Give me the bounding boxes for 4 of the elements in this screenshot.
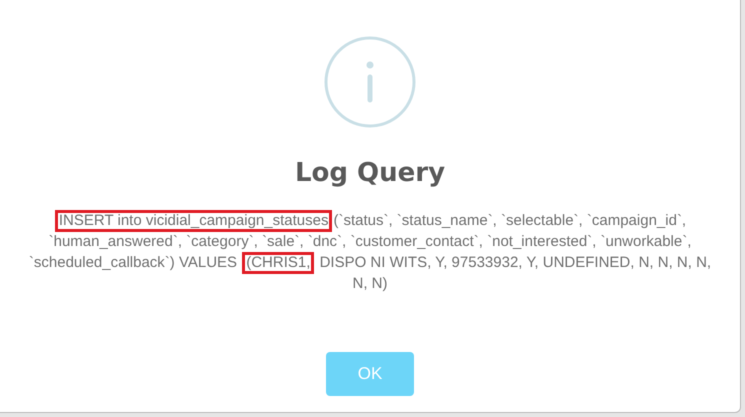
info-icon: [323, 35, 417, 129]
dialog-title: Log Query: [294, 158, 446, 188]
ok-button[interactable]: OK: [326, 352, 414, 396]
query-text: INSERT into vicidial_campaign_statuses (`status`, `status_name`, `selectable`, `campaign_id`, `human_answered`, `category`, `sale`, `dnc`, `customer_contact`, `not_interested`, `unworkable`, `scheduled_callback`) VALUES (CHRIS1, DISPO NI WITS, Y, 97533932, Y, UNDEFINED, N, N, N, N, N, N): [28, 211, 712, 294]
